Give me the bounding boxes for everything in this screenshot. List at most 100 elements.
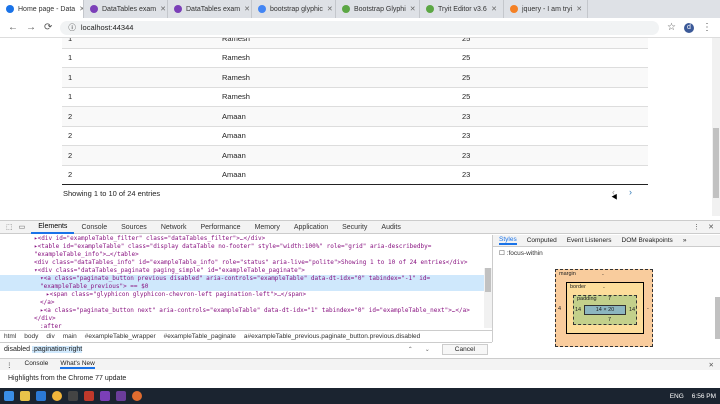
- tab-elements[interactable]: Elements: [31, 221, 75, 234]
- styles-filter[interactable]: ☐ :focus-within: [493, 247, 720, 259]
- app-icon[interactable]: [68, 391, 78, 401]
- table-row: 1 Ramesh 25: [62, 38, 648, 48]
- drawer-tab[interactable]: What's New: [60, 360, 95, 369]
- tab-close-icon[interactable]: ✕: [410, 5, 416, 13]
- table-row: 2 Amaan 23: [62, 164, 648, 185]
- drawer-tab[interactable]: Console: [25, 360, 49, 369]
- elements-scrollbar[interactable]: [484, 268, 492, 328]
- border-top-value: -: [603, 285, 605, 291]
- forward-icon[interactable]: →: [26, 22, 36, 33]
- styles-tab[interactable]: Computed: [527, 237, 557, 244]
- breadcrumb-item[interactable]: body: [24, 333, 38, 340]
- app-icon[interactable]: [84, 391, 94, 401]
- dom-node-line[interactable]: :after: [0, 323, 492, 329]
- close-drawer-icon[interactable]: ✕: [709, 361, 714, 369]
- page-scrollbar[interactable]: [712, 38, 720, 216]
- search-prefix: disabled: [4, 346, 33, 353]
- more-tabs-icon[interactable]: »: [683, 237, 687, 244]
- avatar[interactable]: d: [684, 22, 694, 33]
- tab-close-icon[interactable]: ✕: [244, 5, 250, 13]
- tab-audits[interactable]: Audits: [374, 221, 407, 234]
- dom-node-line[interactable]: ▾<div class="dataTables_paginate paging_…: [0, 267, 492, 275]
- tab-title: bootstrap glyphic: [270, 5, 323, 13]
- scrollbar-thumb[interactable]: [485, 268, 491, 292]
- tab-security[interactable]: Security: [335, 221, 374, 234]
- dom-node-line[interactable]: ▸<table id="exampleTable" class="display…: [0, 243, 492, 251]
- inspect-icon[interactable]: ⬚: [6, 223, 13, 231]
- browser-tab[interactable]: DataTables exam ✕: [168, 0, 252, 18]
- tab-performance[interactable]: Performance: [194, 221, 248, 234]
- browser-tab[interactable]: bootstrap glyphic ✕: [252, 0, 336, 18]
- menu-icon[interactable]: ⋮: [702, 22, 712, 33]
- dom-node-line[interactable]: ▾<a class="paginate_button previous disa…: [0, 275, 492, 283]
- browser-tab[interactable]: DataTables exam ✕: [84, 0, 168, 18]
- edge-icon[interactable]: [36, 391, 46, 401]
- browser-tab[interactable]: Bootstrap Glyphi ✕: [336, 0, 420, 18]
- star-icon[interactable]: ☆: [667, 22, 676, 33]
- table-cell: 1: [62, 86, 216, 107]
- tab-close-icon[interactable]: ✕: [576, 5, 582, 13]
- app-icon[interactable]: [132, 391, 142, 401]
- breadcrumb-item[interactable]: div: [46, 333, 54, 340]
- search-prev-icon[interactable]: ⌃: [408, 346, 413, 353]
- table-cell: 2: [62, 125, 216, 146]
- back-icon[interactable]: ←: [8, 22, 18, 33]
- clock[interactable]: 6:56 PM: [692, 393, 716, 400]
- tab-sources[interactable]: Sources: [114, 221, 154, 234]
- browser-tab[interactable]: Home page - Data✕: [0, 0, 84, 18]
- table-cell: Ramesh: [216, 86, 456, 107]
- table-cell: 25: [456, 86, 648, 107]
- breadcrumb-item[interactable]: a#exampleTable_previous.paginate_button.…: [244, 333, 420, 340]
- drawer-menu-icon[interactable]: ⋮: [6, 361, 13, 369]
- styles-scrollbar[interactable]: [715, 297, 720, 339]
- close-devtools-icon[interactable]: ✕: [708, 223, 714, 231]
- box-model-content: 14 × 20: [584, 305, 626, 315]
- dom-node-line[interactable]: ▸<a class="paginate_button next" aria-co…: [0, 307, 492, 315]
- dom-node-line[interactable]: <div class="dataTables_info" id="example…: [0, 259, 492, 267]
- url-field[interactable]: ⓘ localhost:44344: [60, 20, 660, 35]
- table-cell: Amaan: [216, 125, 456, 146]
- dom-node-line[interactable]: ▸<span class="glyphicon glyphicon-chevro…: [0, 291, 492, 299]
- styles-tab[interactable]: DOM Breakpoints: [622, 237, 673, 244]
- search-next-icon[interactable]: ⌄: [425, 346, 430, 353]
- tab-console[interactable]: Console: [74, 221, 114, 234]
- search-input[interactable]: disabled .pagination-right: [4, 346, 408, 353]
- tab-close-icon[interactable]: ✕: [160, 5, 166, 13]
- tab-close-icon[interactable]: ✕: [491, 5, 497, 13]
- dom-node-line[interactable]: </a>: [0, 299, 492, 307]
- browser-tab[interactable]: jquery - I am tryi ✕: [504, 0, 588, 18]
- dom-node-line[interactable]: </div>: [0, 315, 492, 323]
- tab-memory[interactable]: Memory: [248, 221, 287, 234]
- margin-top-value: -: [602, 272, 604, 278]
- table-cell: Ramesh: [216, 67, 456, 87]
- styles-tab[interactable]: Event Listeners: [567, 237, 612, 244]
- scrollbar-thumb[interactable]: [713, 128, 719, 198]
- dom-node-line[interactable]: "exampleTable_info">…</table>: [0, 251, 492, 259]
- tab-application[interactable]: Application: [287, 221, 335, 234]
- table-row: 1 Ramesh 25: [62, 86, 648, 107]
- next-page-icon[interactable]: ›: [629, 187, 632, 197]
- visual-studio-icon[interactable]: [100, 391, 110, 401]
- device-toggle-icon[interactable]: ▭: [19, 223, 26, 231]
- dom-node-line[interactable]: "exampleTable_previous"> == $0: [0, 283, 492, 291]
- chrome-icon[interactable]: [52, 391, 62, 401]
- settings-icon[interactable]: ⋮: [693, 223, 700, 231]
- breadcrumb-item[interactable]: #exampleTable_wrapper: [85, 333, 156, 340]
- dom-node-line[interactable]: ▸<div id="exampleTable_filter" class="da…: [0, 235, 492, 243]
- breadcrumb-item[interactable]: html: [4, 333, 16, 340]
- table-cell: 2: [62, 106, 216, 126]
- app-icon[interactable]: [116, 391, 126, 401]
- reload-icon[interactable]: ⟳: [44, 22, 52, 33]
- breadcrumb-item[interactable]: #exampleTable_paginate: [164, 333, 236, 340]
- breadcrumb-item[interactable]: main: [63, 333, 77, 340]
- tab-close-icon[interactable]: ✕: [327, 5, 333, 13]
- styles-tab[interactable]: Styles: [499, 236, 517, 245]
- info-icon[interactable]: ⓘ: [68, 22, 76, 33]
- cancel-button[interactable]: Cancel: [441, 344, 488, 355]
- file-explorer-icon[interactable]: [20, 391, 30, 401]
- language-indicator[interactable]: ENG: [670, 393, 684, 400]
- tab-network[interactable]: Network: [154, 221, 194, 234]
- browser-tab[interactable]: Tryit Editor v3.6 ✕: [420, 0, 504, 18]
- windows-start-icon[interactable]: [4, 391, 14, 401]
- checkbox-icon[interactable]: ☐: [499, 250, 505, 257]
